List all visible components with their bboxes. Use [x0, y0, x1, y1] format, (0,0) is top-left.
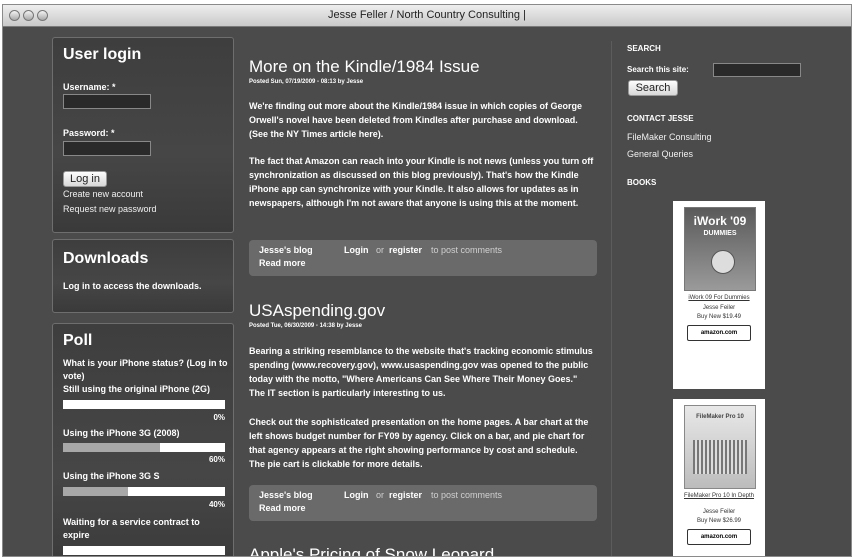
register-link[interactable]: register — [389, 245, 422, 255]
post-links-bar: Jesse's blog Login or register to post c… — [249, 240, 597, 276]
sidebar-divider — [611, 41, 612, 556]
poll-choice-label: Using the iPhone 3G S — [63, 471, 160, 481]
or-text: or — [376, 245, 385, 255]
blog-link[interactable]: Jesse's blog — [259, 490, 313, 500]
poll-choice-percent: 40% — [208, 500, 225, 509]
poll-choice-label: Still using the original iPhone (2G) — [63, 384, 211, 394]
downloads-heading: Downloads — [63, 250, 149, 267]
poll-choice-fill — [63, 487, 128, 496]
login-link[interactable]: Login — [344, 490, 369, 500]
post-comments-text: to post comments — [431, 490, 503, 500]
username-input[interactable] — [63, 94, 151, 109]
contact-link-general[interactable]: General Queries — [627, 149, 693, 159]
amazon-buy-button[interactable]: amazon.com — [687, 325, 751, 341]
book-card: FileMaker Pro 10 FileMaker Pro 10 In Dep… — [673, 399, 765, 556]
browser-window: Jesse Feller / North Country Consulting … — [2, 4, 852, 557]
book-cover[interactable]: iWork '09 DUMMIES — [684, 207, 756, 291]
book-price: Buy New $19.49 — [696, 314, 742, 320]
search-button[interactable]: Search — [628, 80, 678, 96]
create-account-link[interactable]: Create new account — [63, 189, 143, 199]
title-bar: Jesse Feller / North Country Consulting … — [3, 5, 851, 27]
book-cover[interactable]: FileMaker Pro 10 — [684, 405, 756, 489]
search-label: Search this site: — [627, 65, 689, 74]
post-meta: Posted Tue, 06/30/2009 - 14:38 by Jesse — [249, 323, 362, 329]
post-meta: Posted Sun, 07/19/2009 - 08:13 by Jesse — [249, 79, 364, 85]
book-link[interactable]: FileMaker Pro 10 In Depth — [673, 493, 765, 499]
downloads-block: Downloads Log in to access the downloads… — [52, 239, 234, 313]
request-password-link[interactable]: Request new password — [63, 204, 157, 214]
poll-heading: Poll — [63, 332, 93, 349]
login-button[interactable]: Log in — [63, 171, 107, 187]
book-card: iWork '09 DUMMIES iWork 09 For Dummies J… — [673, 201, 765, 389]
book-link[interactable]: iWork 09 For Dummies — [673, 295, 765, 301]
book-cover-title: iWork '09 — [693, 214, 747, 228]
post-title[interactable]: USAspending.gov — [249, 301, 385, 321]
password-label: Password: * — [63, 128, 115, 138]
poll-choice-label: Using the iPhone 3G (2008) — [63, 428, 180, 438]
search-heading: SEARCH — [627, 44, 661, 53]
login-link[interactable]: Login — [344, 245, 369, 255]
user-login-block: User login Username: * Password: * Log i… — [52, 37, 234, 233]
poll-choice-label: Waiting for a service contract to expire — [63, 517, 200, 540]
poll-choice-bar — [63, 443, 225, 452]
post-paragraph: The fact that Amazon can reach into your… — [249, 156, 594, 208]
books-heading: BOOKS — [627, 178, 657, 187]
poll-choice-fill — [63, 443, 161, 452]
blog-link[interactable]: Jesse's blog — [259, 245, 313, 255]
book-cover-subtitle: DUMMIES — [703, 230, 737, 237]
password-input[interactable] — [63, 141, 151, 156]
book-cover-title: FileMaker Pro 10 — [696, 414, 744, 420]
poll-choice-percent: 60% — [208, 455, 225, 464]
window-title: Jesse Feller / North Country Consulting … — [328, 9, 526, 21]
downloads-text: Log in to access the downloads. — [63, 281, 202, 291]
username-label: Username: * — [63, 82, 116, 92]
post-title[interactable]: More on the Kindle/1984 Issue — [249, 57, 480, 77]
page-content: User login Username: * Password: * Log i… — [3, 27, 851, 556]
contact-heading: CONTACT JESSE — [627, 114, 694, 123]
post-title[interactable]: Apple's Pricing of Snow Leopard — [249, 545, 494, 556]
poll-choice-bar — [63, 546, 225, 555]
post-paragraph: Bearing a striking resemblance to the we… — [249, 346, 593, 398]
search-input[interactable] — [713, 63, 801, 77]
poll-choice-bar — [63, 400, 225, 409]
poll-question: What is your iPhone status? (Log in to v… — [63, 358, 228, 381]
poll-choice-percent: 0% — [213, 413, 225, 422]
read-more-link[interactable]: Read more — [259, 258, 306, 268]
book-cover-image-icon — [711, 250, 735, 274]
book-price: Buy New $26.99 — [696, 518, 742, 524]
contact-link-filemaker[interactable]: FileMaker Consulting — [627, 132, 712, 142]
poll-choice-bar — [63, 487, 225, 496]
read-more-link[interactable]: Read more — [259, 503, 306, 513]
post-paragraph: We're finding out more about the Kindle/… — [249, 101, 583, 139]
book-author: Jesse Feiler — [702, 509, 736, 515]
user-login-heading: User login — [63, 46, 142, 63]
or-text: or — [376, 490, 385, 500]
poll-block: Poll What is your iPhone status? (Log in… — [52, 323, 234, 556]
post-links-bar: Jesse's blog Login or register to post c… — [249, 485, 597, 521]
register-link[interactable]: register — [389, 490, 422, 500]
book-author: Jesse Feiler — [702, 305, 736, 311]
post-comments-text: to post comments — [431, 245, 503, 255]
amazon-buy-button[interactable]: amazon.com — [687, 529, 751, 545]
post-paragraph: Check out the sophisticated presentation… — [249, 417, 589, 469]
book-cover-art-icon — [693, 440, 747, 474]
